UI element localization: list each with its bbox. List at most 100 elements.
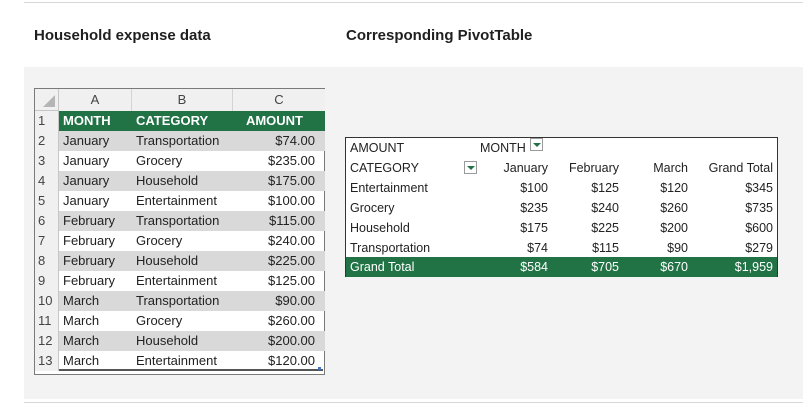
pivot-value-cell[interactable]: $345: [745, 178, 773, 198]
pivot-value-cell[interactable]: $74: [527, 238, 548, 258]
column-header-b[interactable]: B: [132, 89, 233, 111]
data-grid: MONTH CATEGORY AMOUNT January Transportat…: [59, 111, 325, 371]
cell-amount[interactable]: $125.00: [268, 271, 315, 291]
header-category[interactable]: CATEGORY: [136, 111, 208, 131]
header-month[interactable]: MONTH: [63, 111, 111, 131]
pivot-value-cell[interactable]: $705: [591, 257, 619, 277]
row-header[interactable]: 1: [35, 111, 59, 131]
table-row: March Grocery $260.00: [59, 311, 325, 331]
pivot-value-cell[interactable]: $235: [520, 198, 548, 218]
cell-category[interactable]: Entertainment: [136, 351, 217, 371]
pivot-row-label[interactable]: Grand Total: [350, 257, 414, 277]
cell-month[interactable]: January: [63, 191, 109, 211]
cell-amount[interactable]: $175.00: [268, 171, 315, 191]
cell-amount[interactable]: $74.00: [275, 131, 315, 151]
row-header[interactable]: 6: [35, 211, 59, 231]
cell-amount[interactable]: $100.00: [268, 191, 315, 211]
row-header[interactable]: 5: [35, 191, 59, 211]
row-header[interactable]: 13: [35, 351, 59, 371]
pivot-value-cell[interactable]: $240: [591, 198, 619, 218]
cell-category[interactable]: Transportation: [136, 291, 219, 311]
pivot-value-cell[interactable]: $120: [660, 178, 688, 198]
cell-month[interactable]: March: [63, 351, 99, 371]
cell-amount[interactable]: $90.00: [275, 291, 315, 311]
pivot-row-field[interactable]: CATEGORY: [350, 158, 419, 178]
row-header[interactable]: 7: [35, 231, 59, 251]
row-header[interactable]: 10: [35, 291, 59, 311]
cell-amount[interactable]: $235.00: [268, 151, 315, 171]
cell-month[interactable]: March: [63, 331, 99, 351]
table-row: January Household $175.00: [59, 171, 325, 191]
row-header[interactable]: 2: [35, 131, 59, 151]
cell-category[interactable]: Household: [136, 251, 198, 271]
row-header[interactable]: 8: [35, 251, 59, 271]
pivot-row-field-label: CATEGORY: [350, 161, 419, 175]
cell-category[interactable]: Transportation: [136, 131, 219, 151]
cell-month[interactable]: February: [63, 271, 115, 291]
pivot-row-label[interactable]: Grocery: [350, 198, 394, 218]
category-filter-dropdown-icon[interactable]: [464, 161, 477, 174]
cell-month[interactable]: January: [63, 151, 109, 171]
cell-category[interactable]: Grocery: [136, 231, 182, 251]
cell-month[interactable]: February: [63, 251, 115, 271]
pivot-value-cell[interactable]: $260: [660, 198, 688, 218]
row-headers: 1 2 3 4 5 6 7 8 9 10 11 12 13: [35, 111, 59, 371]
pivot-value-cell[interactable]: $584: [520, 257, 548, 277]
pivot-value-cell[interactable]: $600: [745, 218, 773, 238]
cell-category[interactable]: Grocery: [136, 151, 182, 171]
pivot-value-cell[interactable]: $115: [592, 238, 619, 258]
row-header[interactable]: 4: [35, 171, 59, 191]
pivot-value-cell[interactable]: $100: [520, 178, 548, 198]
cell-month[interactable]: January: [63, 131, 109, 151]
table-row: February Transportation $115.00: [59, 211, 325, 231]
pivot-values-label[interactable]: AMOUNT: [350, 138, 404, 158]
pivot-value-cell[interactable]: $225: [591, 218, 619, 238]
header-amount[interactable]: AMOUNT: [246, 111, 303, 131]
pivot-value-cell[interactable]: $200: [660, 218, 688, 238]
pivot-value-cell[interactable]: $175: [520, 218, 548, 238]
table-row: March Transportation $90.00: [59, 291, 325, 311]
cell-category[interactable]: Household: [136, 331, 198, 351]
cell-amount[interactable]: $200.00: [268, 331, 315, 351]
pivot-value-cell[interactable]: $1,959: [735, 257, 773, 277]
cell-amount[interactable]: $240.00: [268, 231, 315, 251]
pivot-grand-total-row: Grand Total $584 $705 $670 $1,959: [346, 257, 777, 277]
cell-category[interactable]: Household: [136, 171, 198, 191]
cell-month[interactable]: March: [63, 311, 99, 331]
cell-month[interactable]: February: [63, 211, 115, 231]
cell-category[interactable]: Entertainment: [136, 271, 217, 291]
cell-category[interactable]: Transportation: [136, 211, 219, 231]
cell-amount[interactable]: $260.00: [268, 311, 315, 331]
month-filter-dropdown-icon[interactable]: [529, 138, 543, 151]
select-all-corner[interactable]: [35, 89, 59, 111]
pivot-row-label[interactable]: Entertainment: [350, 178, 428, 198]
column-header-c[interactable]: C: [233, 89, 325, 111]
cell-month[interactable]: January: [63, 171, 109, 191]
pivot-row-label[interactable]: Transportation: [350, 238, 430, 258]
row-header[interactable]: 11: [35, 311, 59, 331]
pivot-header-row: CATEGORY January February March Grand To…: [346, 158, 777, 178]
table-resize-handle[interactable]: [318, 367, 321, 370]
pivot-value-cell[interactable]: $279: [745, 238, 773, 258]
row-header[interactable]: 12: [35, 331, 59, 351]
cell-category[interactable]: Grocery: [136, 311, 182, 331]
pivot-row: Household $175 $225 $200 $600: [346, 218, 777, 238]
table-row: January Transportation $74.00: [59, 131, 325, 151]
cell-amount[interactable]: $115.00: [269, 211, 315, 231]
pivot-value-cell[interactable]: $125: [591, 178, 619, 198]
pivot-value-cell[interactable]: $670: [660, 257, 688, 277]
pivot-value-cell[interactable]: $90: [667, 238, 688, 258]
cell-category[interactable]: Entertainment: [136, 191, 217, 211]
row-header[interactable]: 3: [35, 151, 59, 171]
pivot-column-field[interactable]: MONTH: [480, 138, 543, 158]
caption-pivottable: Corresponding PivotTable: [346, 27, 533, 44]
cell-month[interactable]: March: [63, 291, 99, 311]
cell-amount[interactable]: $120.00: [268, 351, 315, 371]
table-row: January Entertainment $100.00: [59, 191, 325, 211]
row-header[interactable]: 9: [35, 271, 59, 291]
column-header-a[interactable]: A: [59, 89, 132, 111]
cell-month[interactable]: February: [63, 231, 115, 251]
pivot-value-cell[interactable]: $735: [745, 198, 773, 218]
cell-amount[interactable]: $225.00: [268, 251, 315, 271]
pivot-row-label[interactable]: Household: [350, 218, 410, 238]
